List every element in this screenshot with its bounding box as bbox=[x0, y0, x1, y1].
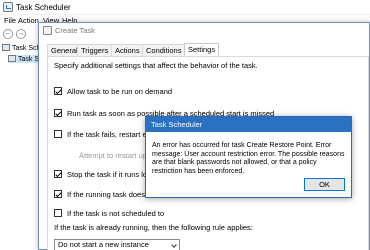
error-dialog-title-bar: Task Scheduler bbox=[146, 117, 351, 132]
task-icon bbox=[43, 26, 52, 35]
console-tree: Task Sche Task S bbox=[0, 41, 44, 250]
error-dialog-title: Task Scheduler bbox=[151, 120, 203, 129]
tab-triggers[interactable]: Triggers bbox=[77, 44, 113, 56]
tab-conditions[interactable]: Conditions bbox=[142, 44, 186, 56]
checkbox-checked[interactable] bbox=[54, 87, 62, 95]
option-label: If the task is not scheduled to bbox=[67, 209, 165, 218]
folder-icon bbox=[8, 55, 16, 62]
tree-item-label: Task S bbox=[18, 56, 40, 63]
error-message-text: An error has occurred for task Create Re… bbox=[152, 142, 345, 175]
dropdown-value: Do not start a new instance bbox=[58, 240, 149, 249]
menu-action[interactable]: Action bbox=[18, 16, 39, 25]
option-allow-run-on-demand[interactable]: Allow task to be run on demand bbox=[54, 87, 172, 96]
option-label: Allow task to be run on demand bbox=[67, 87, 173, 96]
checkbox-checked[interactable] bbox=[54, 109, 62, 117]
main-window-title: Task Scheduler bbox=[16, 3, 71, 12]
back-arrow-icon[interactable]: ← bbox=[3, 29, 13, 39]
tree-item-task-scheduler-library[interactable]: Task S bbox=[8, 55, 40, 63]
chevron-down-icon bbox=[171, 242, 177, 248]
running-rule-dropdown[interactable]: Do not start a new instance bbox=[54, 239, 180, 250]
checkbox-checked[interactable] bbox=[54, 170, 62, 178]
clock-folder-icon bbox=[2, 44, 10, 51]
ok-button[interactable]: OK bbox=[304, 178, 345, 191]
forward-arrow-icon[interactable]: → bbox=[16, 29, 26, 39]
main-title-bar: Task Scheduler bbox=[0, 0, 370, 15]
option-delete-if-not-scheduled[interactable]: If the task is not scheduled to bbox=[54, 209, 164, 218]
error-message-dialog: Task Scheduler An error has occurred for… bbox=[145, 116, 352, 198]
dialog-title-bar: Create Task bbox=[39, 23, 369, 38]
menu-file[interactable]: File bbox=[4, 16, 16, 25]
tab-actions[interactable]: Actions bbox=[111, 44, 144, 56]
tab-settings[interactable]: Settings bbox=[184, 43, 220, 56]
checkbox-unchecked[interactable] bbox=[54, 209, 62, 217]
toolbar: ← → bbox=[0, 27, 40, 41]
checkbox-checked[interactable] bbox=[54, 190, 62, 198]
running-rule-label: If the task is already running, then the… bbox=[54, 223, 253, 232]
settings-intro-text: Specify additional settings that affect … bbox=[54, 61, 258, 70]
checkbox-unchecked[interactable] bbox=[54, 130, 62, 138]
task-scheduler-app-icon bbox=[3, 2, 13, 12]
dialog-title: Create Task bbox=[55, 26, 95, 35]
